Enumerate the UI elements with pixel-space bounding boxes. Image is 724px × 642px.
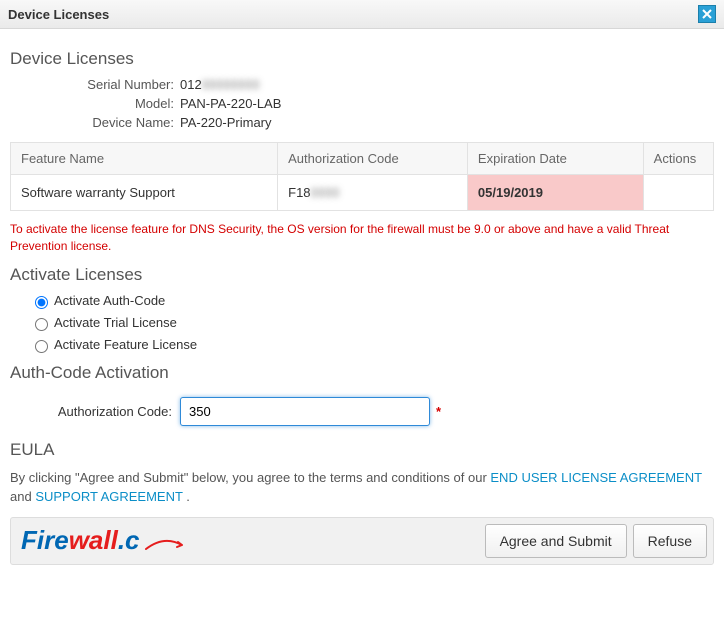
- label-serial-number: Serial Number:: [10, 77, 180, 92]
- radio-activate-auth-code[interactable]: Activate Auth-Code: [30, 293, 714, 309]
- footer-buttons: Agree and Submit Refuse: [485, 524, 707, 558]
- cell-expiration: 05/19/2019: [467, 175, 643, 211]
- radio-label-auth-code: Activate Auth-Code: [54, 293, 165, 308]
- info-row-serial: Serial Number: 01200000000: [10, 77, 714, 92]
- window-title: Device Licenses: [8, 7, 109, 22]
- radio-activate-trial[interactable]: Activate Trial License: [30, 315, 714, 331]
- authorization-code-input[interactable]: [180, 397, 430, 426]
- link-end-user-license-agreement[interactable]: END USER LICENSE AGREEMENT: [490, 470, 701, 485]
- licenses-table: Feature Name Authorization Code Expirati…: [10, 142, 714, 211]
- dialog-footer: Firewall.c Agree and Submit Refuse: [10, 517, 714, 565]
- window-titlebar: Device Licenses: [0, 0, 724, 29]
- info-row-device-name: Device Name: PA-220-Primary: [10, 115, 714, 130]
- section-auth-code-activation: Auth-Code Activation: [10, 363, 714, 383]
- radio-input-auth-code[interactable]: [35, 296, 48, 309]
- radio-input-trial[interactable]: [35, 318, 48, 331]
- auth-code-row: Authorization Code: *: [10, 397, 714, 426]
- logo-firewall-cx: Firewall.c: [21, 525, 190, 556]
- section-activate-licenses: Activate Licenses: [10, 265, 714, 285]
- col-expiration: Expiration Date: [467, 143, 643, 175]
- value-model: PAN-PA-220-LAB: [180, 96, 281, 111]
- col-auth-code: Authorization Code: [278, 143, 468, 175]
- cell-auth-code: F180000: [278, 175, 468, 211]
- section-eula: EULA: [10, 440, 714, 460]
- table-row: Software warranty Support F180000 05/19/…: [11, 175, 714, 211]
- table-header-row: Feature Name Authorization Code Expirati…: [11, 143, 714, 175]
- radio-input-feature[interactable]: [35, 340, 48, 353]
- link-support-agreement[interactable]: SUPPORT AGREEMENT: [35, 489, 182, 504]
- eula-text: By clicking "Agree and Submit" below, yo…: [10, 468, 714, 507]
- cell-feature-name: Software warranty Support: [11, 175, 278, 211]
- col-actions: Actions: [643, 143, 713, 175]
- label-device-name: Device Name:: [10, 115, 180, 130]
- label-authorization-code: Authorization Code:: [10, 404, 180, 419]
- col-feature-name: Feature Name: [11, 143, 278, 175]
- radio-activate-feature[interactable]: Activate Feature License: [30, 337, 714, 353]
- radio-label-trial: Activate Trial License: [54, 315, 177, 330]
- value-serial-number: 01200000000: [180, 77, 260, 92]
- swoosh-icon: [144, 539, 190, 551]
- section-device-licenses: Device Licenses: [10, 49, 714, 69]
- cell-actions: [643, 175, 713, 211]
- required-asterisk: *: [436, 404, 441, 419]
- agree-and-submit-button[interactable]: Agree and Submit: [485, 524, 627, 558]
- activate-radio-group: Activate Auth-Code Activate Trial Licens…: [30, 293, 714, 353]
- dialog-content: Device Licenses Serial Number: 012000000…: [0, 29, 724, 573]
- refuse-button[interactable]: Refuse: [633, 524, 707, 558]
- radio-label-feature: Activate Feature License: [54, 337, 197, 352]
- close-icon[interactable]: [698, 5, 716, 23]
- warning-text: To activate the license feature for DNS …: [10, 221, 714, 255]
- value-device-name: PA-220-Primary: [180, 115, 272, 130]
- info-row-model: Model: PAN-PA-220-LAB: [10, 96, 714, 111]
- label-model: Model:: [10, 96, 180, 111]
